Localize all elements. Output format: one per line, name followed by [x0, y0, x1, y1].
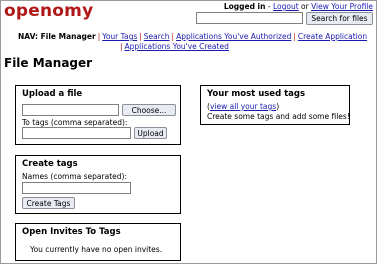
tags-label: To tags (comma separated): — [22, 118, 128, 127]
dash-text: - — [265, 2, 273, 11]
upload-tags-input[interactable] — [22, 127, 131, 139]
no-tags-message: Create some tags and add some files! — [207, 112, 350, 121]
nav-separator: | — [293, 32, 296, 41]
create-tags-button[interactable]: Create Tags — [22, 197, 75, 209]
tag-names-input[interactable] — [22, 182, 131, 194]
create-tags-title: Create tags — [22, 159, 78, 169]
upload-panel: Upload a file Choose... To tags (comma s… — [15, 85, 181, 145]
choose-file-button[interactable]: Choose... — [122, 104, 176, 116]
nav-item-applications-created[interactable]: Applications You've Created — [125, 42, 229, 51]
open-invites-panel: Open Invites To Tags You currently have … — [15, 223, 181, 261]
openomy-logo[interactable]: openomy — [4, 1, 93, 21]
names-label: Names (comma separated): — [22, 172, 127, 181]
nav-label: NAV: File Manager — [18, 32, 96, 41]
search-files-button[interactable]: Search for files — [306, 12, 373, 25]
nav-separator: | — [139, 32, 142, 41]
nav-separator: | — [171, 32, 175, 41]
page-title: File Manager — [4, 56, 93, 70]
nav-separator: | — [97, 32, 101, 41]
nav-bar: NAV: File Manager | Your Tags | Search | Appli… — [18, 32, 368, 52]
search-input[interactable] — [196, 12, 303, 24]
logged-in-text: Logged in — [223, 2, 266, 11]
open-invites-title: Open Invites To Tags — [22, 227, 121, 237]
nav-item-create-application[interactable]: Create Application — [298, 32, 367, 41]
nav-item-applications-authorized[interactable]: Applications You've Authorized — [176, 32, 291, 41]
nav-separator: | — [120, 42, 123, 51]
most-used-tags-panel: Your most used tags (view all your tags)… — [200, 85, 350, 125]
view-profile-link[interactable]: View Your Profile — [311, 2, 373, 11]
view-all-tags-line: (view all your tags) — [207, 102, 279, 111]
nav-item-your-tags[interactable]: Your Tags — [102, 32, 137, 41]
most-used-tags-title: Your most used tags — [207, 89, 306, 99]
create-tags-panel: Create tags Names (comma separated): Cre… — [15, 155, 181, 214]
upload-button[interactable]: Upload — [134, 127, 167, 139]
file-path-input[interactable] — [22, 104, 119, 116]
no-invites-message: You currently have no open invites. — [30, 245, 163, 254]
view-all-tags-link[interactable]: view all your tags — [210, 102, 276, 111]
or-text: or — [298, 2, 312, 11]
logout-link[interactable]: Logout — [273, 2, 299, 11]
nav-item-search[interactable]: Search — [144, 32, 170, 41]
login-status: Logged in - Logout or View Your Profile — [224, 2, 373, 11]
close-paren: ) — [276, 102, 280, 111]
upload-title: Upload a file — [22, 89, 83, 99]
